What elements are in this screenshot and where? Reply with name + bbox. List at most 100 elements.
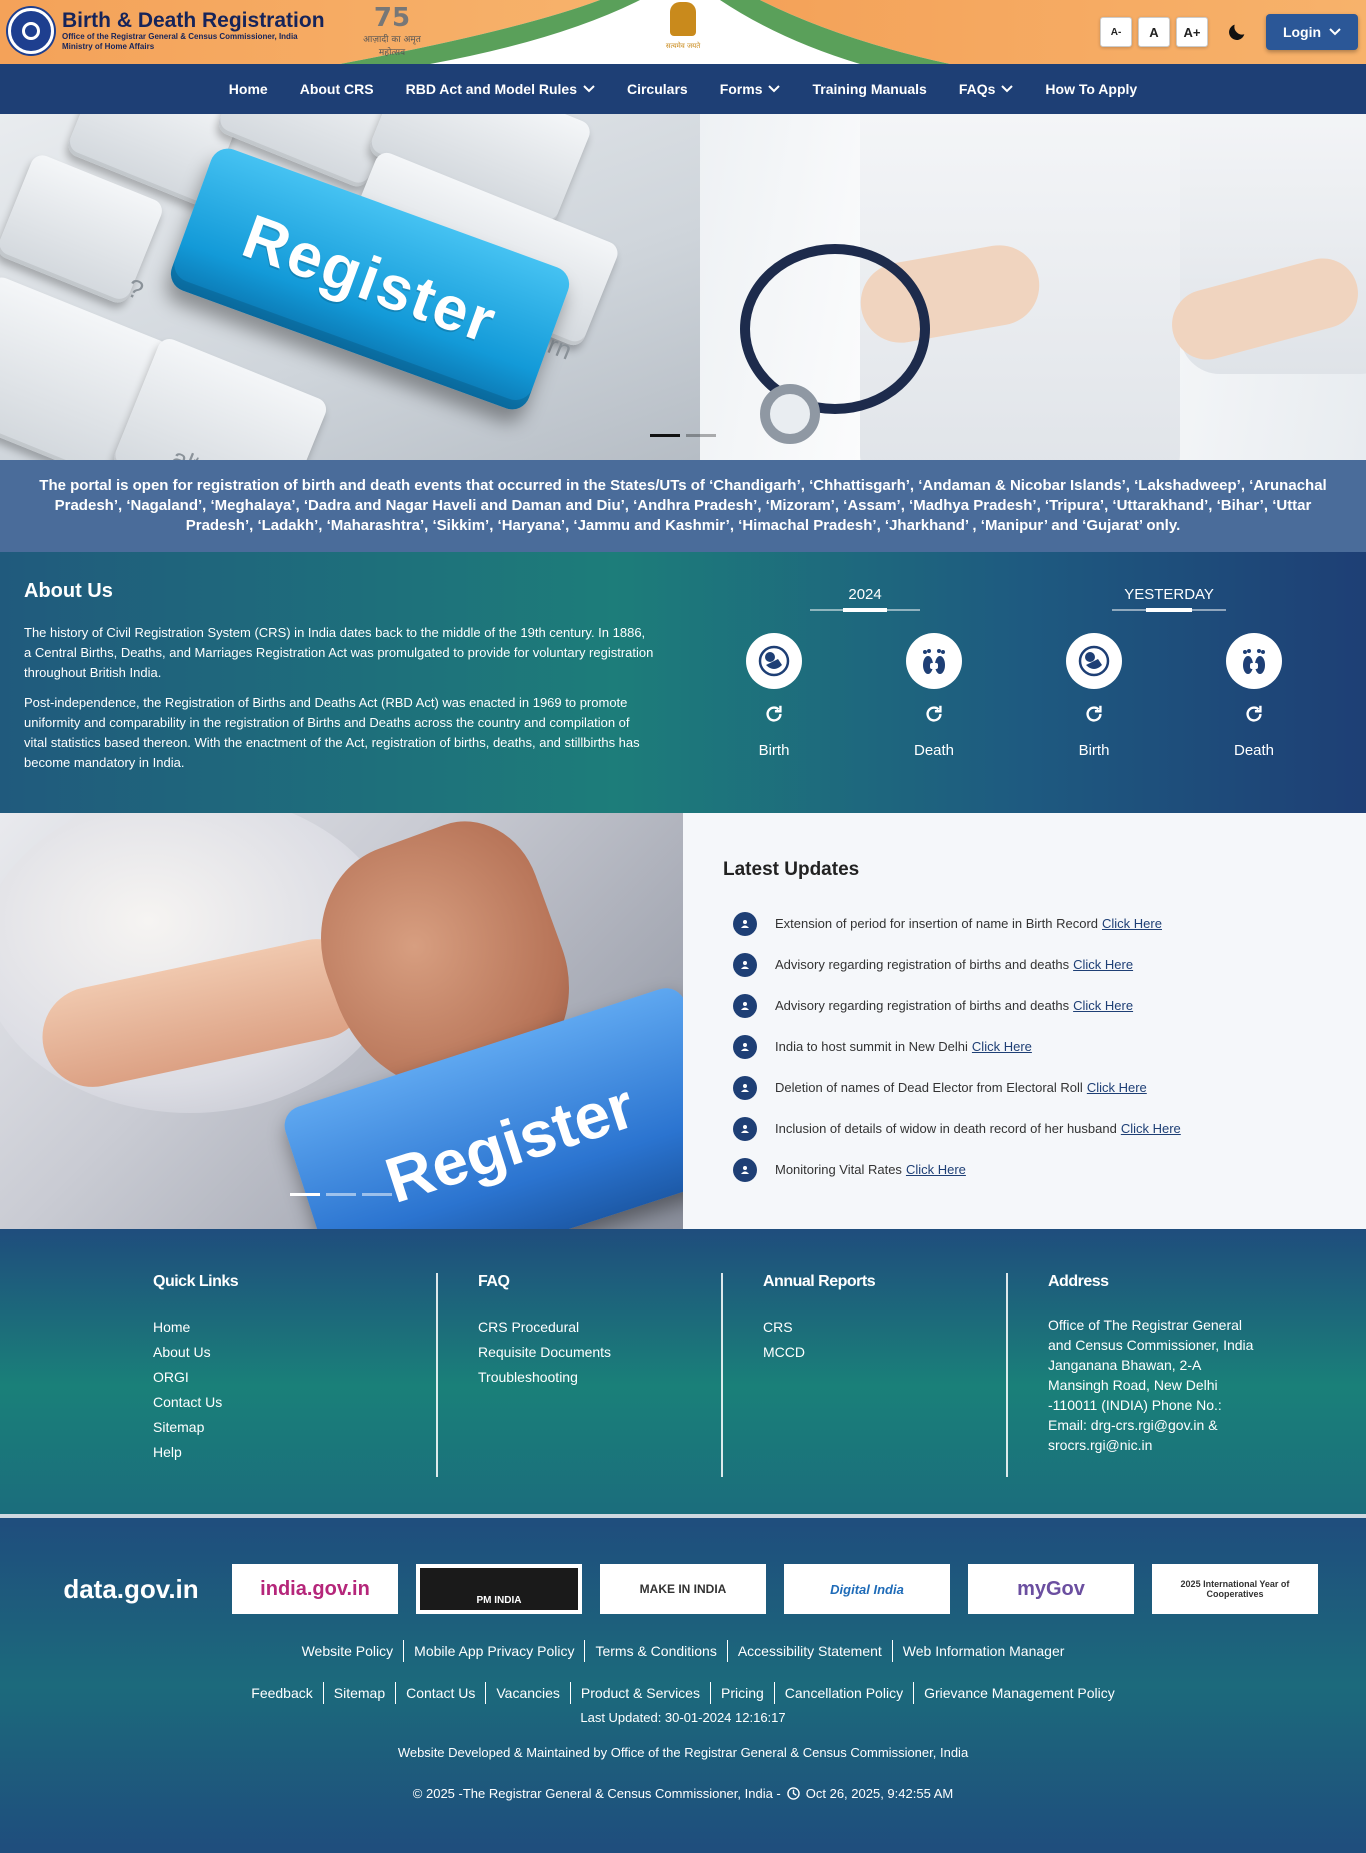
update-text: Inclusion of details of widow in death r…	[775, 1121, 1117, 1136]
footer-link-home[interactable]: Home	[153, 1315, 436, 1340]
footer-link-crs-procedural[interactable]: CRS Procedural	[478, 1315, 721, 1340]
stat-label: Death	[913, 742, 955, 759]
updates-section: Register Latest Updates Extension of per…	[0, 813, 1366, 1229]
site-header: Birth & Death Registration Office of the…	[0, 0, 1366, 64]
clock-icon	[786, 1787, 800, 1800]
chevron-down-icon	[1329, 28, 1341, 36]
azadi-number: 75	[373, 3, 411, 33]
footer-link-about[interactable]: About Us	[153, 1340, 436, 1365]
faq-column: FAQ CRS Procedural Requisite Documents T…	[438, 1273, 723, 1477]
font-normal-button[interactable]: A	[1138, 17, 1170, 47]
updates-carousel-image: Register	[0, 813, 683, 1229]
header-tools: A- A A+ Login	[1100, 14, 1358, 50]
font-increase-button[interactable]: A+	[1176, 17, 1208, 47]
dark-mode-toggle[interactable]	[1222, 17, 1252, 47]
link-sitemap[interactable]: Sitemap	[334, 1685, 385, 1701]
refresh-icon[interactable]	[1083, 703, 1105, 725]
slide-indicator[interactable]	[650, 434, 680, 437]
link-mobile-app-privacy[interactable]: Mobile App Privacy Policy	[414, 1643, 574, 1659]
nav-faqs[interactable]: FAQs	[943, 81, 1030, 97]
click-here-link[interactable]: Click Here	[1121, 1121, 1181, 1136]
nav-forms-label: Forms	[719, 81, 763, 97]
updates-slider-dots	[290, 1193, 392, 1196]
refresh-icon[interactable]	[763, 703, 785, 725]
misc-links: Feedback Sitemap Contact Us Vacancies Pr…	[0, 1682, 1366, 1704]
refresh-icon[interactable]	[923, 703, 945, 725]
nav-forms[interactable]: Forms	[704, 81, 797, 97]
list-item: India to host summit in New Delhi Click H…	[723, 1026, 1326, 1067]
pmindia-logo[interactable]: PM INDIA	[416, 1564, 582, 1614]
site-subtitle: Office of the Registrar General & Census…	[62, 32, 298, 41]
mygov-logo[interactable]: myGov	[968, 1564, 1134, 1614]
user-icon	[733, 993, 757, 1018]
indiagov-logo[interactable]: india.gov.in	[232, 1564, 398, 1614]
slide-indicator[interactable]	[326, 1193, 356, 1196]
link-website-policy[interactable]: Website Policy	[302, 1643, 394, 1659]
nav-rbd-act[interactable]: RBD Act and Model Rules	[390, 81, 611, 97]
login-label: Login	[1282, 24, 1322, 40]
link-contact-us[interactable]: Contact Us	[406, 1685, 475, 1701]
footer-link-requisite-documents[interactable]: Requisite Documents	[478, 1340, 721, 1365]
nav-about-crs[interactable]: About CRS	[284, 81, 390, 97]
update-text: Monitoring Vital Rates	[775, 1162, 902, 1177]
datagov-logo[interactable]: data.gov.in	[48, 1564, 214, 1614]
list-item: Extension of period for insertion of nam…	[723, 903, 1326, 944]
nav-rbd-act-label: RBD Act and Model Rules	[405, 81, 577, 97]
click-here-link[interactable]: Click Here	[906, 1162, 966, 1177]
tab-2024[interactable]: 2024	[810, 586, 921, 612]
link-grievance-policy[interactable]: Grievance Management Policy	[924, 1685, 1115, 1701]
login-button[interactable]: Login	[1266, 14, 1358, 50]
footer-link-help[interactable]: Help	[153, 1440, 436, 1465]
link-vacancies[interactable]: Vacancies	[496, 1685, 560, 1701]
digitalindia-logo[interactable]: Digital India	[784, 1564, 950, 1614]
cooperatives-logo[interactable]: 2025 International Year of Cooperatives	[1152, 1564, 1318, 1614]
hero-keyboard-image: ? return alt option Register	[0, 114, 720, 460]
nav-how-to-apply[interactable]: How To Apply	[1029, 81, 1153, 97]
click-here-link[interactable]: Click Here	[1102, 916, 1162, 931]
user-icon	[733, 911, 757, 936]
chevron-down-icon	[583, 85, 595, 93]
footer-link-mccd[interactable]: MCCD	[763, 1340, 1006, 1365]
update-text: India to host summit in New Delhi	[775, 1039, 968, 1054]
font-decrease-button[interactable]: A-	[1100, 17, 1132, 47]
link-terms-conditions[interactable]: Terms & Conditions	[595, 1643, 716, 1659]
list-item: Advisory regarding registration of birth…	[723, 985, 1326, 1026]
nav-home-label: Home	[228, 81, 268, 97]
footer-link-sitemap[interactable]: Sitemap	[153, 1415, 436, 1440]
footer-link-contact[interactable]: Contact Us	[153, 1390, 436, 1415]
footer-link-crs[interactable]: CRS	[763, 1315, 1006, 1340]
current-datetime: Oct 26, 2025, 9:42:55 AM	[805, 1786, 954, 1801]
slide-indicator[interactable]	[290, 1193, 320, 1196]
click-here-link[interactable]: Click Here	[1087, 1080, 1147, 1095]
link-accessibility[interactable]: Accessibility Statement	[738, 1643, 882, 1659]
link-products-services[interactable]: Product & Services	[581, 1685, 700, 1701]
link-cancellation-policy[interactable]: Cancellation Policy	[785, 1685, 903, 1701]
emblem-caption: सत्यमेव जयते	[665, 42, 701, 50]
nav-home[interactable]: Home	[213, 81, 284, 97]
link-pricing[interactable]: Pricing	[721, 1685, 764, 1701]
developed-by: Website Developed & Maintained by Office…	[397, 1745, 969, 1760]
nav-training-manuals[interactable]: Training Manuals	[796, 81, 942, 97]
slide-indicator[interactable]	[362, 1193, 392, 1196]
click-here-link[interactable]: Click Here	[1073, 998, 1133, 1013]
footer-link-troubleshooting[interactable]: Troubleshooting	[478, 1365, 721, 1390]
user-icon	[733, 1157, 757, 1182]
about-section: About Us The history of Civil Registrati…	[0, 552, 1366, 813]
link-web-info-manager[interactable]: Web Information Manager	[903, 1643, 1065, 1659]
tab-yesterday[interactable]: YESTERDAY	[1112, 586, 1226, 612]
slide-indicator[interactable]	[686, 434, 716, 437]
makeinindia-logo[interactable]: MAKE IN INDIA	[600, 1564, 766, 1614]
nav-circulars[interactable]: Circulars	[611, 81, 704, 97]
azadi-logo: 75 आज़ादी का अमृत महोत्सव	[352, 3, 432, 58]
update-text: Extension of period for insertion of nam…	[775, 916, 1099, 931]
footer-link-orgi[interactable]: ORGI	[153, 1365, 436, 1390]
about-paragraph: Post-independence, the Registration of B…	[24, 695, 640, 770]
brand[interactable]: Birth & Death Registration Office of the…	[8, 8, 325, 54]
link-feedback[interactable]: Feedback	[251, 1685, 312, 1701]
click-here-link[interactable]: Click Here	[972, 1039, 1032, 1054]
pmindia-logo-text: PM INDIA	[420, 1568, 578, 1610]
click-here-link[interactable]: Click Here	[1073, 957, 1133, 972]
refresh-icon[interactable]	[1243, 703, 1265, 725]
register-key-text: Register	[377, 1069, 643, 1217]
copyright-text: © 2025 -The Registrar General & Census C…	[412, 1786, 781, 1801]
